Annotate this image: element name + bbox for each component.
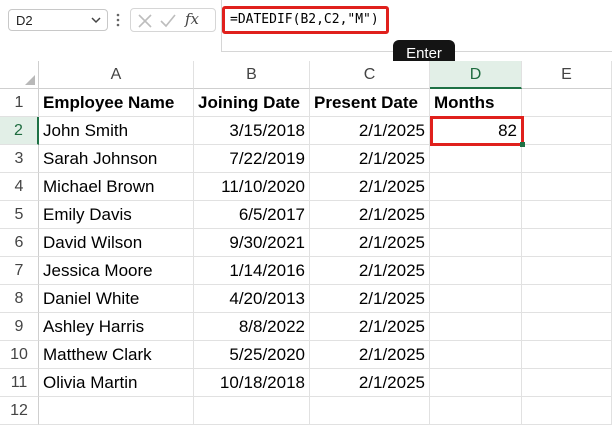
cell-d6[interactable] <box>430 229 522 257</box>
active-cell-highlight <box>430 116 525 147</box>
row-header-12[interactable]: 12 <box>0 397 39 425</box>
cell-d12[interactable] <box>430 397 522 425</box>
cell-b10[interactable]: 5/25/2020 <box>194 341 310 369</box>
cell-b4[interactable]: 11/10/2020 <box>194 173 310 201</box>
row-header-5[interactable]: 5 <box>0 201 39 229</box>
formula-buttons: fx <box>130 8 216 32</box>
select-all-corner[interactable] <box>0 61 39 89</box>
cell-c4[interactable]: 2/1/2025 <box>310 173 430 201</box>
cell-b9[interactable]: 8/8/2022 <box>194 313 310 341</box>
name-box-value: D2 <box>16 13 33 28</box>
cell-c3[interactable]: 2/1/2025 <box>310 145 430 173</box>
row-header-1[interactable]: 1 <box>0 89 39 117</box>
cell-a12[interactable] <box>39 397 194 425</box>
cell-a7[interactable]: Jessica Moore <box>39 257 194 285</box>
formula-bar: D2 fx =DATEDIF(B2,C2,"M") <box>0 0 612 52</box>
cell-a9[interactable]: Ashley Harris <box>39 313 194 341</box>
cell-a10[interactable]: Matthew Clark <box>39 341 194 369</box>
cell-a3[interactable]: Sarah Johnson <box>39 145 194 173</box>
cancel-icon[interactable] <box>137 13 153 29</box>
chevron-down-icon[interactable] <box>90 14 102 26</box>
more-options-icon[interactable] <box>116 12 120 28</box>
column-header-b[interactable]: B <box>194 61 310 89</box>
cell-a11[interactable]: Olivia Martin <box>39 369 194 397</box>
cell-d8[interactable] <box>430 285 522 313</box>
cell-c1[interactable]: Present Date <box>310 89 430 117</box>
column-header-a[interactable]: A <box>39 61 194 89</box>
cell-a1[interactable]: Employee Name <box>39 89 194 117</box>
row-header-7[interactable]: 7 <box>0 257 39 285</box>
cell-b11[interactable]: 10/18/2018 <box>194 369 310 397</box>
name-box[interactable]: D2 <box>8 9 108 31</box>
cell-e4[interactable] <box>522 173 612 201</box>
cell-e3[interactable] <box>522 145 612 173</box>
column-header-c[interactable]: C <box>310 61 430 89</box>
cell-d7[interactable] <box>430 257 522 285</box>
cell-c6[interactable]: 2/1/2025 <box>310 229 430 257</box>
cell-e2[interactable] <box>522 117 612 145</box>
cell-e6[interactable] <box>522 229 612 257</box>
cell-b8[interactable]: 4/20/2013 <box>194 285 310 313</box>
cell-d10[interactable] <box>430 341 522 369</box>
cell-a6[interactable]: David Wilson <box>39 229 194 257</box>
formula-text[interactable]: =DATEDIF(B2,C2,"M") <box>222 6 389 34</box>
cell-d9[interactable] <box>430 313 522 341</box>
cell-e5[interactable] <box>522 201 612 229</box>
cell-e8[interactable] <box>522 285 612 313</box>
row-header-8[interactable]: 8 <box>0 285 39 313</box>
cell-e12[interactable] <box>522 397 612 425</box>
cell-c5[interactable]: 2/1/2025 <box>310 201 430 229</box>
fill-handle[interactable] <box>520 142 525 147</box>
cell-e7[interactable] <box>522 257 612 285</box>
cell-e11[interactable] <box>522 369 612 397</box>
column-header-d[interactable]: D <box>430 61 522 89</box>
column-header-e[interactable]: E <box>522 61 612 89</box>
cell-b7[interactable]: 1/14/2016 <box>194 257 310 285</box>
cell-c10[interactable]: 2/1/2025 <box>310 341 430 369</box>
cell-d5[interactable] <box>430 201 522 229</box>
row-header-6[interactable]: 6 <box>0 229 39 257</box>
cell-d11[interactable] <box>430 369 522 397</box>
row-header-3[interactable]: 3 <box>0 145 39 173</box>
cell-d3[interactable] <box>430 145 522 173</box>
cell-c9[interactable]: 2/1/2025 <box>310 313 430 341</box>
cell-b1[interactable]: Joining Date <box>194 89 310 117</box>
row-header-2[interactable]: 2 <box>0 117 39 145</box>
cell-b2[interactable]: 3/15/2018 <box>194 117 310 145</box>
row-header-10[interactable]: 10 <box>0 341 39 369</box>
cell-a5[interactable]: Emily Davis <box>39 201 194 229</box>
cell-a8[interactable]: Daniel White <box>39 285 194 313</box>
cell-c2[interactable]: 2/1/2025 <box>310 117 430 145</box>
cell-e1[interactable] <box>522 89 612 117</box>
row-header-9[interactable]: 9 <box>0 313 39 341</box>
cell-c11[interactable]: 2/1/2025 <box>310 369 430 397</box>
cell-d1[interactable]: Months <box>430 89 522 117</box>
cell-c8[interactable]: 2/1/2025 <box>310 285 430 313</box>
cell-b6[interactable]: 9/30/2021 <box>194 229 310 257</box>
cell-b12[interactable] <box>194 397 310 425</box>
row-header-4[interactable]: 4 <box>0 173 39 201</box>
cell-b3[interactable]: 7/22/2019 <box>194 145 310 173</box>
cell-e10[interactable] <box>522 341 612 369</box>
cell-d4[interactable] <box>430 173 522 201</box>
cell-b5[interactable]: 6/5/2017 <box>194 201 310 229</box>
cell-c7[interactable]: 2/1/2025 <box>310 257 430 285</box>
enter-check-icon[interactable] <box>159 13 177 29</box>
cell-c12[interactable] <box>310 397 430 425</box>
cell-e9[interactable] <box>522 313 612 341</box>
cell-a2[interactable]: John Smith <box>39 117 194 145</box>
row-header-11[interactable]: 11 <box>0 369 39 397</box>
cell-a4[interactable]: Michael Brown <box>39 173 194 201</box>
insert-function-icon[interactable]: fx <box>185 10 199 28</box>
